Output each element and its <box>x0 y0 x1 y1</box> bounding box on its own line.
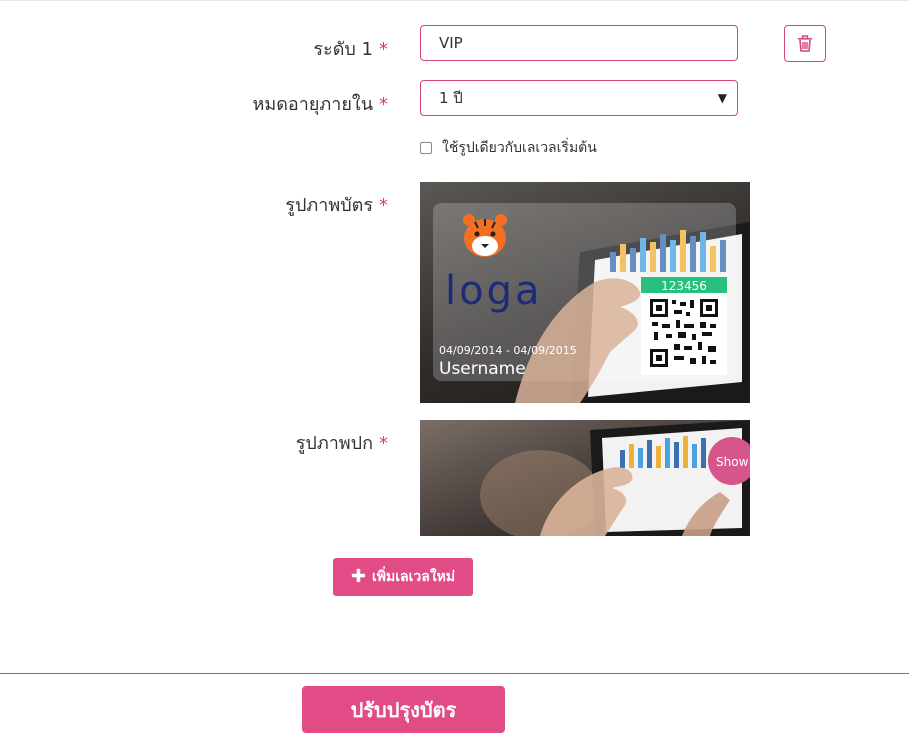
same-image-option[interactable]: ใช้รูปเดียวกับเลเวลเริ่มต้น <box>420 137 597 159</box>
caret-down-icon: ▼ <box>717 91 727 105</box>
show-tag-text: Show <box>716 455 749 469</box>
plus-icon: ✚ <box>350 566 366 587</box>
card-image-label: รูปภาพบัตร * <box>88 190 388 219</box>
cover-image-label-wrap: รูปภาพปก * <box>88 428 388 458</box>
card-image-label-wrap: รูปภาพบัตร * <box>88 190 388 220</box>
cover-preview-graphic: Show <box>480 420 750 536</box>
expiry-label-text: หมดอายุภายใน <box>252 94 374 115</box>
add-level-button[interactable]: ✚ เพิ่มเลเวลใหม่ <box>333 558 473 596</box>
update-card-label: ปรับปรุงบัตร <box>350 697 457 722</box>
qr-code-block: 123456 <box>641 277 727 375</box>
trash-icon <box>798 35 812 52</box>
card-preview-graphic: loga 123456 04/09/2014 - 04/09/2015 User… <box>433 203 750 403</box>
expiry-select[interactable]: 1 ปี ▼ <box>420 80 738 116</box>
cover-image-preview[interactable]: Show <box>420 420 750 536</box>
tiger-logo-icon <box>463 214 507 257</box>
card-image-preview[interactable]: loga 123456 04/09/2014 - 04/09/2015 User… <box>420 182 750 403</box>
level-label-wrap: ระดับ 1 * <box>88 34 388 64</box>
level-name-input[interactable]: VIP <box>420 25 738 61</box>
level-label-text: ระดับ 1 <box>313 39 373 60</box>
same-image-checkbox[interactable] <box>420 142 432 154</box>
cover-image-label-text: รูปภาพปก <box>295 433 373 454</box>
validity-text: 04/09/2014 - 04/09/2015 <box>439 344 577 357</box>
add-level-label: เพิ่มเลเวลใหม่ <box>371 569 456 585</box>
footer-divider <box>0 673 909 674</box>
brand-text: loga <box>445 268 543 314</box>
member-code-text: 123456 <box>661 279 707 293</box>
update-card-button[interactable]: ปรับปรุงบัตร <box>302 686 505 733</box>
top-border <box>0 0 909 1</box>
expiry-label-wrap: หมดอายุภายใน * <box>88 89 389 119</box>
card-image-label-text: รูปภาพบัตร <box>285 195 373 216</box>
level-label: ระดับ 1 * <box>88 34 388 63</box>
cover-image-required-mark: * <box>379 433 388 454</box>
card-image-required-mark: * <box>379 195 388 216</box>
expiry-selected-value: 1 ปี <box>439 89 463 107</box>
same-image-checkbox-label: ใช้รูปเดียวกับเลเวลเริ่มต้น <box>442 140 597 156</box>
level-name-value: VIP <box>439 34 463 52</box>
cover-image-label: รูปภาพปก * <box>88 428 388 457</box>
level-required-mark: * <box>379 39 388 60</box>
username-text: Username <box>439 359 526 379</box>
expiry-label: หมดอายุภายใน * <box>88 89 389 118</box>
delete-level-button[interactable] <box>784 25 826 62</box>
expiry-required-mark: * <box>379 94 388 115</box>
